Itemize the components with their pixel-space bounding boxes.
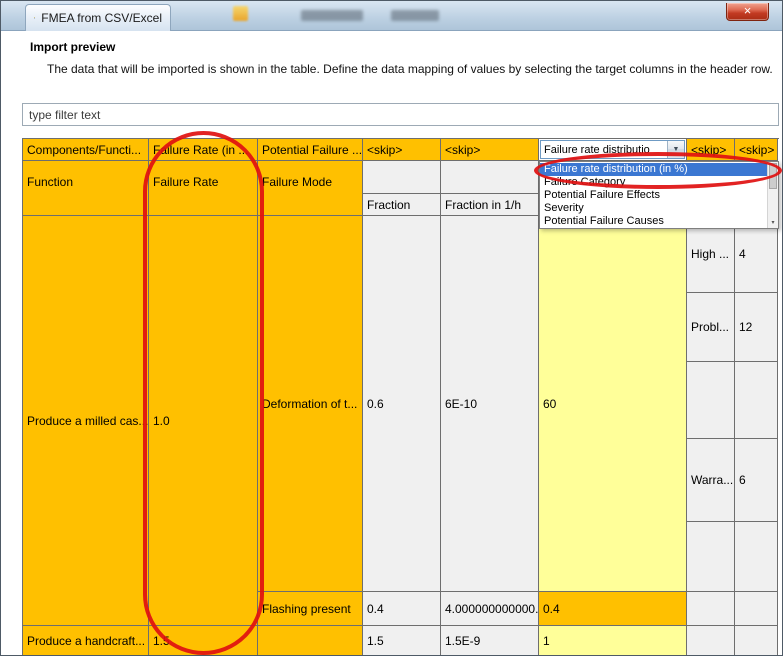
cell-distribution-handcraft: 1: [539, 626, 687, 656]
cell-fraction-flashing: 0.4: [363, 592, 441, 626]
empty-cell: [735, 626, 778, 656]
fmea-import-dialog: FMEA from CSV/Excel × Import preview The…: [0, 0, 783, 656]
dropdown-scrollbar[interactable]: ▾: [767, 162, 778, 228]
dropdown-item-failure-rate-distribution[interactable]: Failure rate distribution (in %): [540, 163, 767, 176]
combo-value: Failure rate distributio: [541, 141, 667, 158]
background-window-text: [391, 10, 439, 21]
close-button[interactable]: ×: [726, 3, 769, 21]
cell-effect-label: Warra...: [687, 439, 735, 522]
subheader-cell-failure-mode: Failure Mode: [258, 161, 363, 216]
header-cell-skip-1[interactable]: <skip>: [363, 139, 441, 161]
background-window-icon: [233, 6, 248, 21]
cell-distribution-deformation: 60: [539, 216, 687, 592]
cell-effect-label: Probl...: [687, 293, 735, 362]
cell-component-milled: Produce a milled cas...: [23, 216, 149, 626]
empty-cell: [687, 626, 735, 656]
dropdown-items: Failure rate distribution (in %) Failure…: [540, 162, 767, 228]
cell-fraction-per-h-handcraft: 1.5E-9: [441, 626, 539, 656]
empty-cell: [441, 161, 539, 194]
dropdown-item-potential-failure-effects[interactable]: Potential Failure Effects: [540, 189, 767, 202]
filter-input[interactable]: [22, 103, 779, 126]
cell-effect-value: 6: [735, 439, 778, 522]
empty-cell: [735, 592, 778, 626]
cell-fraction-per-h-flashing: 4.000000000000...: [441, 592, 539, 626]
cell-failure-mode-deformation: Deformation of t...: [258, 216, 363, 592]
close-icon: ×: [744, 3, 752, 18]
header-cell-components[interactable]: Components/Functi...: [23, 139, 149, 161]
scroll-down-icon[interactable]: ▾: [768, 219, 778, 228]
window-title-tab: FMEA from CSV/Excel: [25, 4, 171, 31]
empty-cell: [687, 362, 735, 439]
header-cell-skip-2[interactable]: <skip>: [441, 139, 539, 161]
chevron-down-icon[interactable]: ▼: [667, 141, 684, 158]
empty-cell: [687, 592, 735, 626]
subheader-cell-fraction: Fraction: [363, 194, 441, 216]
empty-cell: [258, 626, 363, 656]
header-cell-potential-failure[interactable]: Potential Failure ...: [258, 139, 363, 161]
column-mapping-dropdown-list: Failure rate distribution (in %) Failure…: [539, 161, 779, 229]
page-title: Import preview: [30, 40, 115, 54]
empty-cell: [735, 362, 778, 439]
background-window-text: [301, 10, 363, 21]
subheader-cell-fraction-per-h: Fraction in 1/h: [441, 194, 539, 216]
header-cell-failure-rate[interactable]: Failure Rate (in ...: [149, 139, 258, 161]
empty-cell: [687, 522, 735, 592]
cell-fraction-handcraft: 1.5: [363, 626, 441, 656]
cell-fraction-per-h-deformation: 6E-10: [441, 216, 539, 592]
subheader-cell-failure-rate: Failure Rate: [149, 161, 258, 216]
window-title: FMEA from CSV/Excel: [41, 11, 162, 25]
scrollbar-thumb[interactable]: [769, 163, 777, 189]
cell-component-handcraft: Produce a handcraft...: [23, 626, 149, 656]
cell-fraction-deformation: 0.6: [363, 216, 441, 592]
subheader-cell-function: Function: [23, 161, 149, 216]
combo-failure-rate-distribution[interactable]: Failure rate distributio ▼: [539, 139, 687, 161]
dropdown-item-severity[interactable]: Severity: [540, 202, 767, 215]
window-icon: [34, 11, 35, 25]
empty-cell: [735, 522, 778, 592]
cell-effect-value: 12: [735, 293, 778, 362]
cell-failure-rate-milled: 1.0: [149, 216, 258, 626]
cell-failure-rate-handcraft: 1.5: [149, 626, 258, 656]
empty-cell: [363, 161, 441, 194]
cell-failure-mode-flashing: Flashing present: [258, 592, 363, 626]
dropdown-item-potential-failure-causes[interactable]: Potential Failure Causes: [540, 215, 767, 228]
dropdown-item-failure-category[interactable]: Failure Category: [540, 176, 767, 189]
header-cell-skip-4[interactable]: <skip>: [735, 139, 778, 161]
combo-field[interactable]: Failure rate distributio ▼: [540, 140, 685, 159]
header-cell-skip-3[interactable]: <skip>: [687, 139, 735, 161]
title-bar: FMEA from CSV/Excel ×: [1, 1, 782, 31]
cell-distribution-flashing: 0.4: [539, 592, 687, 626]
page-description: The data that will be imported is shown …: [47, 62, 773, 76]
